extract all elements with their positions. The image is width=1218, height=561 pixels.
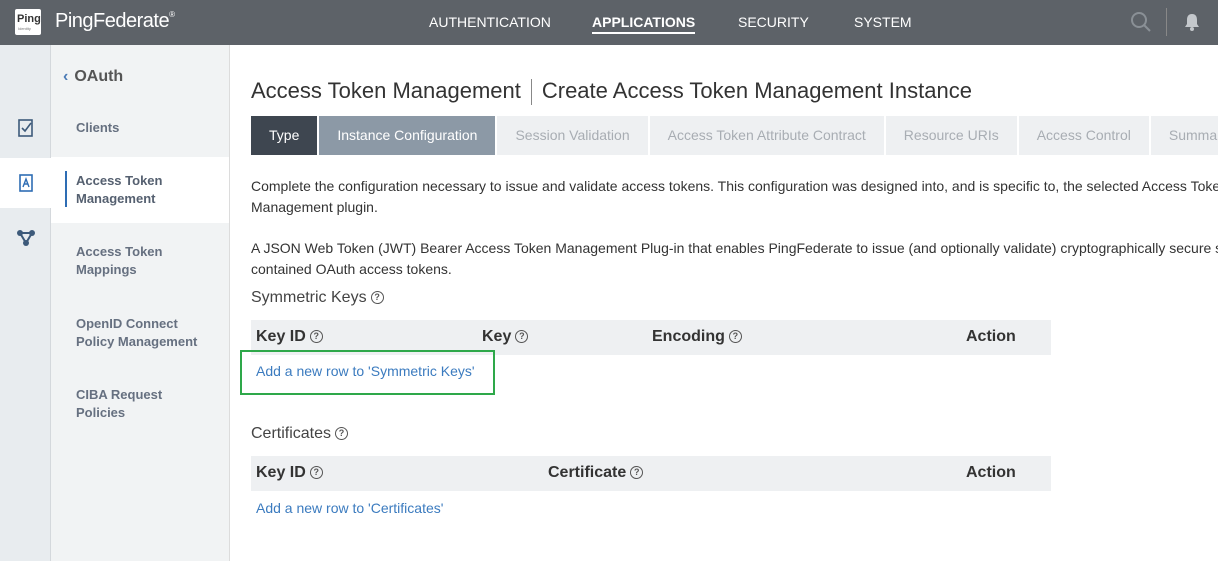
brand-text: PingFederate <box>55 10 170 32</box>
subnav-item-access-token-management[interactable]: Access Token Management <box>51 157 229 223</box>
column-header-key: Key? <box>482 328 529 346</box>
clipboard-check-icon <box>17 119 33 137</box>
certificates-table-header: Key ID? Certificate? Action <box>251 456 1051 491</box>
oauth-back-label: OAuth <box>74 68 124 85</box>
column-header-action: Action <box>966 328 1016 345</box>
column-header-action: Action <box>966 464 1016 481</box>
nav-security[interactable]: SECURITY <box>738 14 809 30</box>
column-header-text: Certificate <box>548 464 627 481</box>
description-line: Management plugin. <box>251 199 378 215</box>
description-line: contained OAuth access tokens. <box>251 261 452 277</box>
help-icon[interactable]: ? <box>515 330 529 344</box>
plugin-description-paragraph: A JSON Web Token (JWT) Bearer Access Tok… <box>251 238 1218 280</box>
column-header-text: Encoding <box>652 328 725 345</box>
add-symmetric-key-link[interactable]: Add a new row to 'Symmetric Keys' <box>256 363 475 379</box>
rail-item-connections[interactable] <box>0 213 51 263</box>
description-paragraph: Complete the configuration necessary to … <box>251 176 1218 218</box>
page-subtitle: Create Access Token Management Instance <box>541 78 972 103</box>
page-title-text: Access Token Management <box>251 78 521 103</box>
tab-access-control[interactable]: Access Control <box>1018 116 1149 155</box>
tab-type[interactable]: Type <box>251 116 318 155</box>
logo-subtext: Identity <box>18 26 31 31</box>
add-certificate-link[interactable]: Add a new row to 'Certificates' <box>256 500 443 516</box>
header-divider <box>1166 8 1167 36</box>
page-title: Access Token Management Create Access Tok… <box>251 78 972 106</box>
column-header-text: Key <box>482 328 512 345</box>
column-header-text: Key ID <box>256 328 306 345</box>
wizard-tabs: Type Instance Configuration Session Vali… <box>251 116 1218 155</box>
description-line: A JSON Web Token (JWT) Bearer Access Tok… <box>251 240 1218 256</box>
token-document-icon <box>18 174 33 192</box>
subnav-item-label: CIBA Request <box>76 387 163 402</box>
subnav-item-access-token-mappings[interactable]: Access Token Mappings <box>51 243 229 279</box>
tab-instance-configuration[interactable]: Instance Configuration <box>319 116 496 155</box>
column-header-text: Key ID <box>256 464 306 481</box>
title-separator <box>530 79 532 106</box>
tab-session-validation[interactable]: Session Validation <box>497 116 648 155</box>
subnav-item-label: Policy Management <box>76 334 198 349</box>
search-icon[interactable] <box>1130 11 1152 33</box>
logo-text: Ping <box>17 13 41 25</box>
description-line: Complete the configuration necessary to … <box>251 178 1218 194</box>
help-icon[interactable]: ? <box>335 427 349 441</box>
tab-summary[interactable]: Summary <box>1150 116 1218 155</box>
subnav-item-label: Mappings <box>76 262 137 277</box>
subnav-item-label: Clients <box>76 120 120 135</box>
main-content: Access Token Management Create Access Tok… <box>230 45 1218 561</box>
nav-authentication[interactable]: AUTHENTICATION <box>429 14 551 30</box>
nav-system[interactable]: SYSTEM <box>854 14 912 30</box>
column-header-key-id: Key ID? <box>256 464 323 482</box>
oauth-back-link[interactable]: ‹ OAuth <box>63 68 123 86</box>
section-title-text: Symmetric Keys <box>251 289 367 306</box>
help-icon[interactable]: ? <box>370 291 384 305</box>
active-indicator <box>65 171 67 207</box>
chevron-left-icon: ‹ <box>63 68 69 85</box>
help-icon[interactable]: ? <box>728 330 742 344</box>
top-navigation-bar: Ping Identity PingFederate® AUTHENTICATI… <box>0 0 1218 45</box>
subnav-item-label: Management <box>76 191 156 206</box>
brand-name: PingFederate® <box>55 10 175 33</box>
left-icon-rail <box>0 45 51 561</box>
certificates-heading: Certificates? <box>251 425 349 443</box>
tab-resource-uris[interactable]: Resource URIs <box>885 116 1017 155</box>
subnav-item-label: Policies <box>76 405 126 420</box>
subnav-item-openid-connect-policy[interactable]: OpenID Connect Policy Management <box>51 315 229 351</box>
subnav-item-ciba-request-policies[interactable]: CIBA Request Policies <box>51 386 229 422</box>
connections-icon <box>16 230 35 246</box>
column-header-key-id: Key ID? <box>256 328 323 346</box>
symmetric-keys-heading: Symmetric Keys? <box>251 289 384 307</box>
column-header-encoding: Encoding? <box>652 328 742 346</box>
ping-logo[interactable]: Ping Identity <box>15 9 41 35</box>
help-icon[interactable]: ? <box>309 330 323 344</box>
tab-access-token-attribute-contract[interactable]: Access Token Attribute Contract <box>649 116 884 155</box>
help-icon[interactable]: ? <box>630 466 644 480</box>
bell-icon[interactable] <box>1182 12 1202 32</box>
brand-mark: ® <box>169 10 175 19</box>
subnav-item-label: Access Token <box>76 173 163 188</box>
help-icon[interactable]: ? <box>309 466 323 480</box>
nav-applications[interactable]: APPLICATIONS <box>592 14 696 34</box>
subnav-item-label: Access Token <box>76 244 163 259</box>
subnav-item-label: OpenID Connect <box>76 316 178 331</box>
rail-item-oauth[interactable] <box>0 158 51 208</box>
column-header-certificate: Certificate? <box>548 464 644 482</box>
rail-item-clients[interactable] <box>0 103 51 153</box>
subnav-item-clients[interactable]: Clients <box>51 119 229 137</box>
oauth-subnav: ‹ OAuth Clients Access Token Management A… <box>51 45 230 561</box>
section-title-text: Certificates <box>251 425 332 442</box>
